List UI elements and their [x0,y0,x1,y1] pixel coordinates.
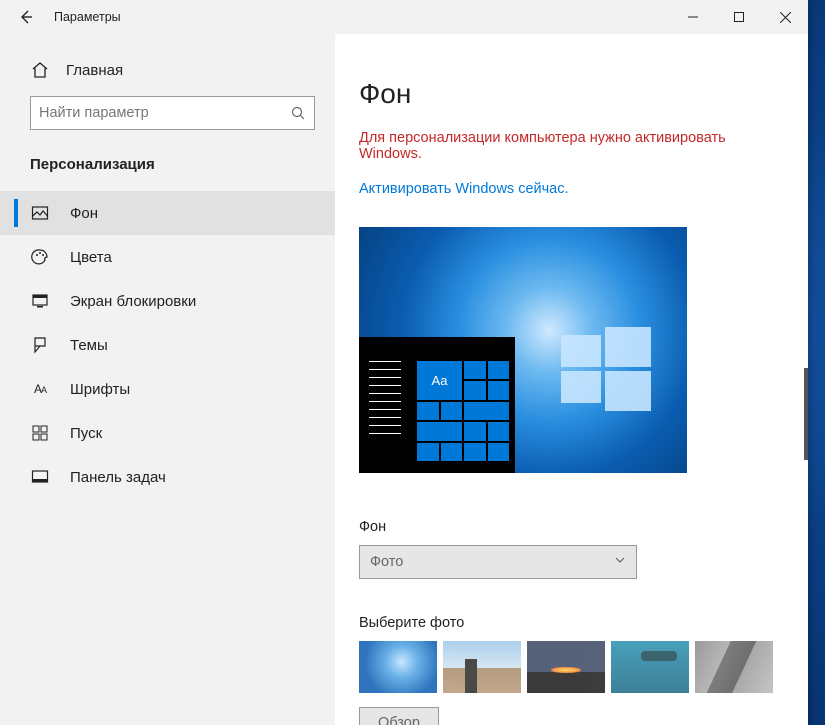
nav-label: Фон [70,205,98,222]
maximize-button[interactable] [716,0,762,34]
nav-item-lockscreen[interactable]: Экран блокировки [0,279,335,323]
picture-icon [30,203,50,223]
photo-thumb-4[interactable] [611,641,689,693]
nav-label: Экран блокировки [70,293,196,310]
page-title: Фон [359,78,784,110]
taskbar-icon [30,467,50,487]
search-icon [282,106,314,121]
minimize-button[interactable] [670,0,716,34]
nav-label: Пуск [70,425,102,442]
photo-thumbnails [359,641,784,693]
scrollbar-thumb[interactable] [804,368,808,460]
background-label: Фон [359,519,784,535]
dropdown-value: Фото [370,554,403,570]
preview-window-glyph [561,327,651,415]
home-label: Главная [66,62,123,79]
nav-item-start[interactable]: Пуск [0,411,335,455]
photo-thumb-1[interactable] [359,641,437,693]
choose-photo-label: Выберите фото [359,615,784,631]
nav-label: Цвета [70,249,112,266]
activation-warning: Для персонализации компьютера нужно акти… [359,130,784,162]
search-input[interactable] [31,97,282,129]
nav-label: Темы [70,337,108,354]
themes-icon [30,335,50,355]
fonts-icon: AA [30,379,50,399]
browse-button: Обзор [359,707,439,725]
titlebar: Параметры [0,0,808,34]
start-icon [30,423,50,443]
home-button[interactable]: Главная [0,52,335,96]
photo-thumb-2[interactable] [443,641,521,693]
preview-startmenu: Aa [359,337,515,473]
window-title: Параметры [54,10,121,24]
main-content: Фон Для персонализации компьютера нужно … [335,34,808,725]
palette-icon [30,247,50,267]
nav-item-taskbar[interactable]: Панель задач [0,455,335,499]
chevron-down-icon [614,554,626,570]
close-button[interactable] [762,0,808,34]
section-heading: Персонализация [0,156,335,191]
activate-link[interactable]: Активировать Windows сейчас. [359,181,569,197]
nav-item-colors[interactable]: Цвета [0,235,335,279]
back-button[interactable] [14,5,38,29]
settings-window: Параметры Главная [0,0,808,725]
nav-label: Панель задач [70,469,166,486]
photo-thumb-3[interactable] [527,641,605,693]
lockscreen-icon [30,291,50,311]
search-box[interactable] [30,96,315,130]
background-dropdown: Фото [359,545,637,579]
nav-item-fonts[interactable]: AA Шрифты [0,367,335,411]
sidebar: Главная Персонализация Фон [0,34,335,725]
home-icon [30,60,50,80]
background-preview: Aa [359,227,687,473]
nav-item-themes[interactable]: Темы [0,323,335,367]
preview-tile-aa: Aa [417,361,462,400]
photo-thumb-5[interactable] [695,641,773,693]
nav-list: Фон Цвета Экран блокировки [0,191,335,499]
nav-item-background[interactable]: Фон [0,191,335,235]
nav-label: Шрифты [70,381,130,398]
